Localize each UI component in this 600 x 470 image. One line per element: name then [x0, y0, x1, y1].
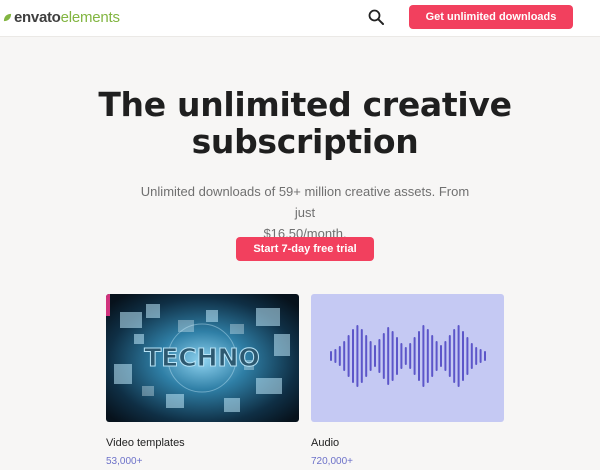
- waveform-icon: [330, 325, 486, 387]
- category-card-audio[interactable]: Audio 720,000+: [311, 294, 504, 467]
- category-count-audio: 720,000+: [311, 456, 353, 467]
- logo-word-elements: elements: [60, 8, 120, 26]
- leaf-icon: [3, 13, 12, 21]
- hero-subtitle: Unlimited downloads of 59+ million creat…: [135, 181, 475, 244]
- search-icon[interactable]: [367, 8, 385, 26]
- video-templates-thumbnail[interactable]: TECHNO: [106, 294, 299, 422]
- audio-thumbnail[interactable]: [311, 294, 504, 422]
- techno-thumbnail-text: TECHNO: [144, 343, 260, 372]
- page-title-line-1: The unlimited creative: [98, 85, 512, 124]
- category-label-video-templates: Video templates: [106, 437, 185, 449]
- hero-subtitle-line-1: Unlimited downloads of 59+ million creat…: [140, 184, 470, 220]
- start-free-trial-button[interactable]: Start 7-day free trial: [236, 237, 374, 261]
- get-unlimited-downloads-button[interactable]: Get unlimited downloads: [409, 5, 573, 29]
- logo-word-envato: envato: [14, 8, 61, 26]
- category-count-video-templates: 53,000+: [106, 456, 143, 467]
- envato-elements-logo[interactable]: envato elements: [3, 8, 120, 26]
- top-navigation-bar: envato elements Get unlimited downloads: [0, 0, 600, 37]
- category-card-video-templates[interactable]: TECHNO Video templates 53,000+: [106, 294, 299, 467]
- category-label-audio: Audio: [311, 437, 340, 449]
- video-thumbnail-art: TECHNO: [106, 294, 299, 422]
- page-title: The unlimited creative subscription: [0, 86, 600, 160]
- page-title-line-2: subscription: [191, 122, 419, 161]
